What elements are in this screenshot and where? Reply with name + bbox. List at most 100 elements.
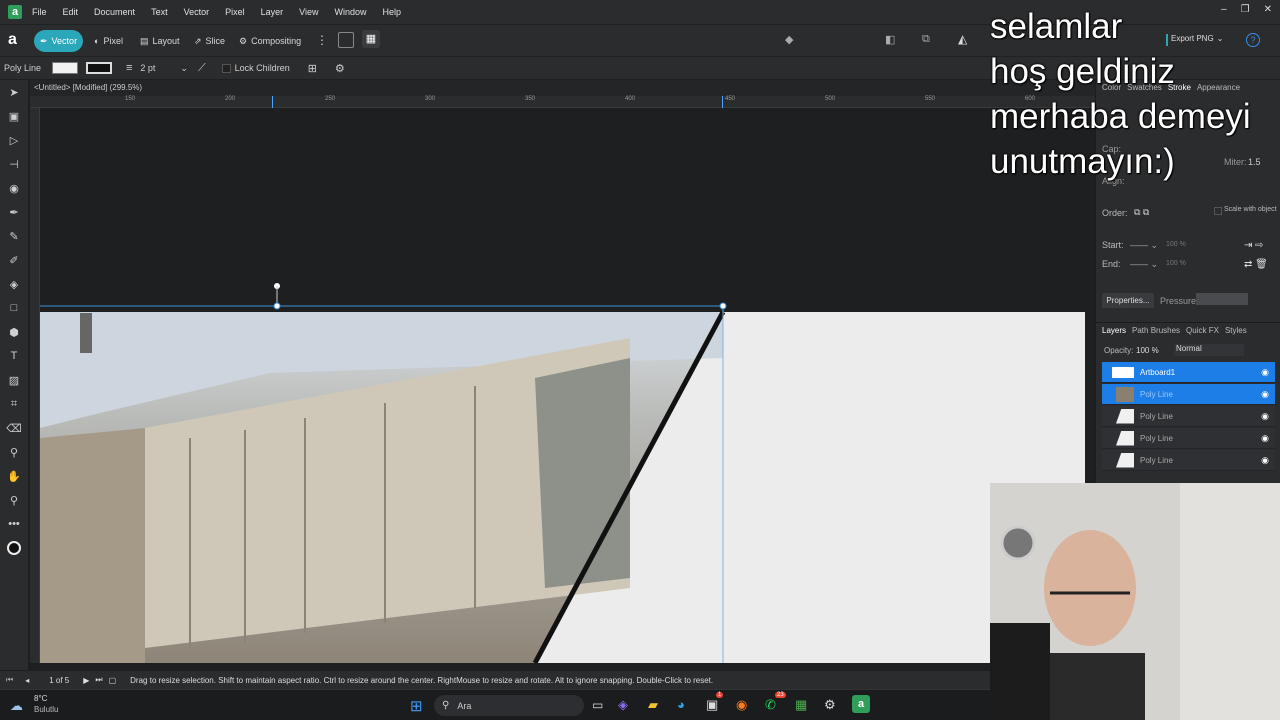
lock-children-checkbox[interactable] [221, 63, 231, 73]
color-wheel-icon[interactable] [0, 536, 28, 560]
pages-icon[interactable]: ▢ [109, 676, 117, 685]
layer-poly-line-image[interactable]: Poly Line ◉ [1102, 384, 1275, 405]
persona-vector[interactable]: ✒ Vector [34, 30, 84, 52]
eye-icon[interactable]: ◉ [1261, 367, 1269, 378]
layer-poly-line[interactable]: Poly Line ◉ [1102, 406, 1275, 427]
persona-compositing[interactable]: ⚙ Compositing [233, 30, 307, 52]
zoom-tool-icon[interactable]: ⚲ [0, 488, 28, 512]
copilot-icon[interactable]: ◈ [618, 697, 628, 713]
menu-layer[interactable]: Layer [261, 7, 284, 17]
pen-tool-icon[interactable]: ✒ [0, 200, 28, 224]
menu-vector[interactable]: Vector [184, 7, 210, 17]
pressure-graph[interactable] [1196, 293, 1248, 305]
text-tool-icon[interactable]: T [0, 344, 28, 368]
pencil-tool-icon[interactable]: ✎ [0, 224, 28, 248]
pressure-curve-icon[interactable]: ⟋ [198, 62, 206, 75]
eye-icon[interactable]: ◉ [1261, 433, 1269, 444]
persona-pixel[interactable]: ◐ Pixel [88, 30, 129, 52]
hand-tool-icon[interactable]: ✋ [0, 464, 28, 488]
weather-temp[interactable]: 8°C [34, 694, 47, 703]
flip-icon[interactable]: ◭ [958, 32, 967, 46]
eye-icon[interactable]: ◉ [1261, 389, 1269, 400]
eyedropper-tool-icon[interactable]: ⚲ [0, 440, 28, 464]
stroke-swatch[interactable] [86, 62, 112, 74]
shape-tool-icon[interactable]: ⬢ [0, 320, 28, 344]
order-icon[interactable]: ⧉ ⧉ [1134, 207, 1149, 218]
affinity-taskbar-icon[interactable]: a [852, 695, 870, 713]
persona-slice[interactable]: ⇗ Slice [188, 30, 231, 52]
color-picker-icon[interactable]: ◉ [0, 176, 28, 200]
end-scale[interactable]: 100 % [1166, 260, 1186, 267]
boolean-icon[interactable]: ◧ [885, 33, 895, 46]
properties-button[interactable]: Properties... [1102, 293, 1154, 308]
eye-icon[interactable]: ◉ [1261, 455, 1269, 466]
windows-start-icon[interactable]: ⊞ [410, 697, 423, 715]
swap-arrows-icon[interactable]: ⇄ 🗑 [1244, 259, 1268, 270]
arrange-icon[interactable]: ◆ [785, 33, 793, 46]
settings-icon[interactable]: ⚙ [824, 697, 836, 713]
tab-styles[interactable]: Styles [1225, 326, 1247, 335]
menu-edit[interactable]: Edit [63, 7, 79, 17]
task-view-icon[interactable]: ▭ [592, 698, 603, 712]
layer-artboard[interactable]: Artboard1 ◉ [1102, 362, 1275, 383]
chevron-down-icon[interactable]: ⌄ [180, 63, 188, 74]
step-back-icon[interactable]: ◂ [25, 676, 29, 685]
fill-swatch[interactable] [52, 62, 78, 74]
menu-pixel[interactable]: Pixel [225, 7, 245, 17]
rectangle-tool-icon[interactable]: □ [0, 296, 28, 320]
eraser-tool-icon[interactable]: ⌫ [0, 416, 28, 440]
menu-text[interactable]: Text [151, 7, 168, 17]
start-arrow-select[interactable]: —— ⌄ [1130, 240, 1158, 251]
weather-desc[interactable]: Bulutlu [34, 705, 58, 714]
app-icon[interactable]: ▦ [795, 697, 807, 713]
tab-layers[interactable]: Layers [1102, 326, 1126, 335]
tab-path-brushes[interactable]: Path Brushes [1132, 326, 1180, 335]
firefox-icon[interactable]: ◉ [736, 697, 747, 713]
persona-layout[interactable]: ▤ Layout [134, 30, 186, 52]
taskbar-search[interactable]: ⚲ Ara [434, 695, 584, 716]
transform-icon[interactable]: ⧉ [922, 33, 930, 46]
node-tool-icon[interactable]: ▷ [0, 128, 28, 152]
next-page-icon[interactable]: ⏭ [95, 675, 102, 685]
end-arrow-select[interactable]: —— ⌄ [1130, 259, 1158, 270]
crop-tool-icon[interactable]: ⌗ [0, 392, 28, 416]
corner-tool-icon[interactable]: ⊣ [0, 152, 28, 176]
image-tool-icon[interactable]: ▨ [0, 368, 28, 392]
document-tab[interactable]: <Untitled> [Modified] (299.5%) [30, 80, 1095, 96]
store-icon[interactable]: ▣ [706, 697, 718, 713]
move-tool-icon[interactable]: ➤ [0, 80, 28, 104]
whatsapp-icon[interactable]: ✆ [765, 697, 776, 713]
grid-settings-icon[interactable]: ⊞ [308, 62, 317, 75]
file-explorer-icon[interactable]: ▰ [648, 697, 658, 713]
layer-poly-line[interactable]: Poly Line ◉ [1102, 428, 1275, 449]
start-scale[interactable]: 100 % [1166, 241, 1186, 248]
prev-page-icon[interactable]: ⏮ [6, 675, 13, 685]
snapping-icon[interactable] [338, 32, 354, 48]
menu-help[interactable]: Help [383, 7, 402, 17]
scale-with-object-checkbox[interactable] [1214, 207, 1222, 215]
canvas[interactable] [40, 108, 1095, 663]
play-icon[interactable]: ▶ [83, 676, 89, 685]
eye-icon[interactable]: ◉ [1261, 411, 1269, 422]
more-tools-icon[interactable]: ••• [0, 512, 28, 536]
resize-handle[interactable] [719, 302, 727, 310]
menu-document[interactable]: Document [94, 7, 135, 17]
menu-window[interactable]: Window [334, 7, 366, 17]
resize-handle[interactable] [273, 302, 281, 310]
tab-quick-fx[interactable]: Quick FX [1186, 326, 1219, 335]
arrow-options-icon[interactable]: ⇥ ⇨ [1244, 240, 1264, 251]
grid-icon[interactable]: ▦ [362, 30, 380, 48]
brush-tool-icon[interactable]: ✐ [0, 248, 28, 272]
menu-file[interactable]: File [32, 7, 47, 17]
layer-poly-line[interactable]: Poly Line ◉ [1102, 450, 1275, 471]
gear-icon[interactable]: ⚙ [335, 62, 345, 75]
more-icon[interactable]: ⋮ [316, 33, 328, 47]
artboard-tool-icon[interactable]: ▣ [0, 104, 28, 128]
edge-icon[interactable]: ◕ [677, 697, 685, 712]
menu-view[interactable]: View [299, 7, 318, 17]
stroke-width-field[interactable]: 2 pt [140, 63, 180, 73]
stroke-lines-icon[interactable]: ≡ [126, 62, 132, 74]
opacity-field[interactable]: 100 % [1136, 346, 1159, 355]
fill-tool-icon[interactable]: ◈ [0, 272, 28, 296]
blend-mode-select[interactable]: Normal [1174, 344, 1244, 356]
